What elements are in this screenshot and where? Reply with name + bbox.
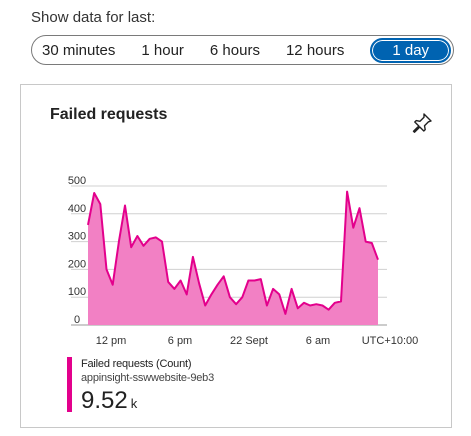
failed-requests-chart: 500 400 300 200 100 0 12 pm 6 pm 22 Sept 6 am UTC…	[68, 175, 419, 347]
range-option-12-hours[interactable]: 12 hours	[286, 42, 344, 59]
range-option-1-hour[interactable]: 1 hour	[141, 42, 184, 59]
x-tick-label: 22 Sept	[230, 335, 268, 347]
y-tick-label: 200	[68, 258, 86, 270]
legend-metric-name: Failed requests (Count)	[81, 358, 192, 370]
x-tick-label: 6 am	[306, 335, 330, 347]
range-option-6-hours[interactable]: 6 hours	[210, 42, 260, 59]
y-tick-label: 300	[68, 231, 86, 243]
x-tick-label: 6 pm	[168, 335, 192, 347]
failed-requests-tile[interactable]: Failed requests 500 400 300 200 100 0 12 pm 6 …	[20, 84, 452, 428]
time-range-label: Show data for last:	[31, 9, 156, 26]
legend-value-unit: k	[130, 396, 138, 411]
legend-resource-name: appinsight-sswwebsite-9eb3	[81, 372, 214, 384]
x-tick-label: UTC+10:00	[362, 335, 419, 347]
legend-total-value: 9.52 k	[81, 387, 137, 415]
series-area	[88, 191, 378, 325]
range-option-30-minutes[interactable]: 30 minutes	[42, 42, 115, 59]
legend-color-bar	[67, 357, 72, 412]
y-tick-label: 0	[74, 314, 80, 326]
range-option-1-day[interactable]: 1 day	[370, 37, 452, 63]
time-range-selector: 30 minutes 1 hour 6 hours 12 hours 1 day	[31, 35, 454, 65]
y-tick-label: 400	[68, 203, 86, 215]
x-tick-label: 12 pm	[96, 335, 127, 347]
y-tick-label: 100	[68, 286, 86, 298]
legend-value-number: 9.52	[81, 387, 128, 414]
y-tick-label: 500	[68, 175, 86, 187]
